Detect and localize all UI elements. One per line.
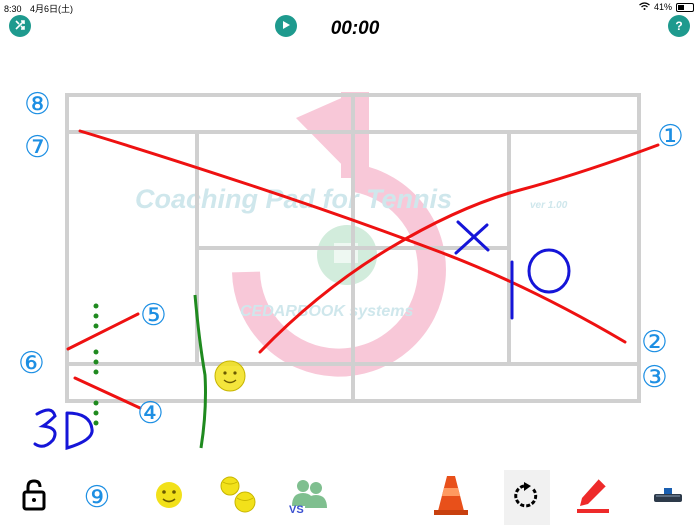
marker-2[interactable]: ② bbox=[641, 328, 668, 358]
balls-tool[interactable] bbox=[215, 470, 261, 525]
cone-icon bbox=[433, 473, 469, 522]
number-marker-tool[interactable]: ⑨ bbox=[74, 470, 120, 525]
pen-tool[interactable] bbox=[570, 470, 616, 525]
marker-6[interactable]: ⑥ bbox=[18, 349, 45, 379]
wifi-icon bbox=[639, 2, 650, 12]
help-button[interactable]: ? bbox=[668, 15, 690, 37]
marker-8[interactable]: ⑧ bbox=[24, 90, 51, 120]
undo-icon bbox=[513, 480, 541, 515]
marker-5[interactable]: ⑤ bbox=[140, 301, 167, 331]
undo-button[interactable] bbox=[504, 470, 550, 525]
status-date: 4月6日(土) bbox=[30, 4, 74, 14]
marker-4[interactable]: ④ bbox=[137, 399, 164, 429]
watermark-company: CEDARBOOK systems bbox=[240, 303, 413, 320]
balls-icon bbox=[218, 474, 258, 521]
players-vs-tool[interactable]: VS bbox=[286, 470, 332, 525]
lock-button[interactable] bbox=[11, 470, 57, 525]
tennis-court bbox=[65, 93, 641, 403]
play-icon bbox=[281, 19, 291, 33]
shuffle-button[interactable] bbox=[9, 15, 31, 37]
shuffle-icon bbox=[14, 19, 26, 34]
battery-icon bbox=[676, 2, 694, 12]
bottom-toolbar: ⑨ VS bbox=[0, 470, 700, 525]
players-vs-icon: VS bbox=[287, 476, 331, 519]
blue-pen-strokes bbox=[33, 220, 571, 451]
player-face-token[interactable] bbox=[214, 360, 246, 392]
eraser-tool[interactable] bbox=[645, 470, 691, 525]
status-bar: 8:30 4月6日(土) 41% bbox=[0, 0, 700, 14]
vs-label: VS bbox=[289, 504, 304, 514]
drawing-canvas[interactable]: Coaching Pad for Tennis ver 1.00 CEDARBO… bbox=[0, 40, 700, 470]
player-face-tool[interactable] bbox=[146, 470, 192, 525]
battery-percent: 41% bbox=[653, 2, 672, 12]
pen-icon bbox=[574, 475, 612, 520]
number-tool-label: ⑨ bbox=[83, 479, 111, 515]
watermark-version: ver 1.00 bbox=[530, 200, 568, 211]
marker-7[interactable]: ⑦ bbox=[24, 133, 51, 163]
lock-icon bbox=[21, 479, 47, 516]
status-right: 41% bbox=[639, 2, 694, 12]
marker-1[interactable]: ① bbox=[657, 122, 684, 152]
timer-display: 00:00 bbox=[330, 18, 380, 39]
play-button[interactable] bbox=[275, 15, 297, 37]
status-time-date: 8:30 4月6日(土) bbox=[4, 2, 73, 15]
cone-tool[interactable] bbox=[428, 470, 474, 525]
eraser-icon bbox=[651, 484, 685, 511]
marker-3[interactable]: ③ bbox=[641, 363, 668, 393]
status-time: 8:30 bbox=[4, 4, 22, 14]
help-icon: ? bbox=[675, 19, 683, 33]
face-icon bbox=[153, 479, 185, 516]
